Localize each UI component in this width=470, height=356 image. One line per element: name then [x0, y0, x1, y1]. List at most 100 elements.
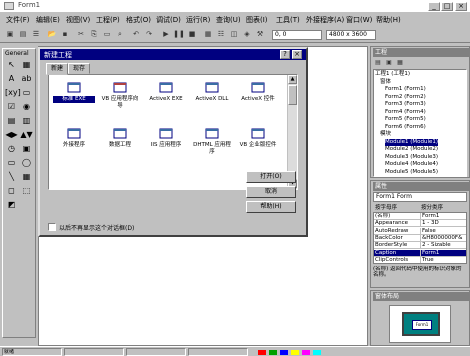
tree-item[interactable]: Module1 (Module1)	[385, 138, 439, 146]
menu-diagram[interactable]: 图表(I)	[246, 15, 268, 25]
tree-item[interactable]: 窗体	[380, 79, 391, 86]
tab-categorized[interactable]: 按分类序	[421, 203, 443, 211]
tree-item[interactable]: Form6 (Form6)	[385, 124, 426, 131]
menu-edit[interactable]: 编辑(E)	[36, 15, 60, 25]
tab-existing[interactable]: 现存	[68, 63, 91, 74]
add-project-icon[interactable]: ▣	[4, 29, 16, 40]
form-layout-icon[interactable]: ◫	[228, 29, 240, 40]
redo-icon[interactable]: ↷	[143, 29, 155, 40]
property-row[interactable]: Caption Form1	[374, 249, 466, 257]
property-row[interactable]: (名称) Form1	[374, 213, 466, 220]
property-value[interactable]: Form1	[420, 213, 464, 219]
scroll-thumb[interactable]	[288, 85, 297, 105]
property-row[interactable]: BorderStyle 2 - Sizable	[374, 242, 466, 250]
paste-icon[interactable]: ▭	[101, 29, 113, 40]
data-tool[interactable]: ◻	[5, 185, 18, 197]
project-type-item[interactable]: ActiveX EXE	[145, 79, 187, 115]
view-object-icon[interactable]: ▣	[384, 58, 394, 67]
textbox-tool[interactable]: ab	[20, 73, 33, 85]
line-tool[interactable]: ╲	[5, 171, 18, 183]
menu-addins[interactable]: 外接程序(A)	[306, 15, 344, 25]
timer-tool[interactable]: ◷	[5, 143, 18, 155]
tree-item[interactable]: Form5 (Form5)	[385, 116, 426, 123]
tree-item[interactable]: Form4 (Form4)	[385, 109, 426, 116]
minimize-button[interactable]: _	[428, 2, 440, 11]
open-button[interactable]: 打开(O)	[246, 171, 296, 183]
dirlist-tool[interactable]: ▭	[5, 157, 18, 169]
project-explorer-icon[interactable]: ▦	[202, 29, 214, 40]
tree-item[interactable]: Module2 (Module2)	[385, 146, 438, 153]
dont-show-again-option[interactable]: 以后不再显示这个对话框(D)	[48, 222, 244, 232]
project-type-item[interactable]: DHTML 应用程序	[191, 125, 233, 161]
tab-new[interactable]: 新建	[46, 63, 69, 75]
property-value[interactable]: &H8000000F&	[420, 234, 464, 241]
tree-item[interactable]: Module5 (Module5)	[385, 169, 438, 176]
project-type-item[interactable]: 标准 EXE	[53, 79, 95, 115]
custom-tool[interactable]: ◩	[5, 199, 18, 211]
break-icon[interactable]: ❚❚	[173, 29, 185, 40]
checkbox-tool[interactable]: ☑	[5, 101, 18, 113]
dont-show-again-checkbox[interactable]	[48, 223, 56, 231]
close-button[interactable]: ×	[455, 2, 467, 11]
cut-icon[interactable]: ✂	[75, 29, 87, 40]
dialog-help-button[interactable]: ?	[280, 50, 290, 59]
combobox-tool[interactable]: ▤	[5, 115, 18, 127]
tree-item[interactable]: 模块	[380, 131, 391, 138]
menu-window[interactable]: 窗口(W)	[346, 15, 372, 25]
label-tool[interactable]: A	[5, 73, 18, 85]
button-tool[interactable]: ▭	[20, 87, 33, 99]
tree-item[interactable]: Module4 (Module4)	[385, 161, 438, 168]
property-value[interactable]: 1 - 3D	[420, 220, 464, 227]
menu-project[interactable]: 工程(P)	[96, 15, 120, 25]
undo-icon[interactable]: ↶	[130, 29, 142, 40]
project-type-item[interactable]: 外接程序	[53, 125, 95, 161]
menu-file[interactable]: 文件(F)	[6, 15, 30, 25]
layout-form-preview[interactable]: Form1	[412, 320, 432, 330]
open-icon[interactable]: 📂	[46, 29, 58, 40]
object-browser-icon[interactable]: ◈	[241, 29, 253, 40]
tree-item[interactable]: Form1 (Form1)	[385, 86, 426, 93]
view-code-icon[interactable]: ▤	[373, 58, 383, 67]
scroll-up-icon[interactable]: ▲	[288, 75, 297, 84]
menu-help[interactable]: 帮助(H)	[376, 15, 401, 25]
object-selector[interactable]: Form1 Form	[373, 192, 467, 202]
property-row[interactable]: BackColor &H8000000F&	[374, 234, 466, 242]
menu-editor-icon[interactable]: ☰	[30, 29, 42, 40]
listbox-tool[interactable]: ▥	[20, 115, 33, 127]
property-row[interactable]: AutoRedraw False	[374, 227, 466, 235]
tree-item[interactable]: Form3 (Form3)	[385, 101, 426, 108]
tree-item[interactable]: Form2 (Form2)	[385, 94, 426, 101]
hscroll-tool[interactable]: ◀▶	[5, 129, 18, 141]
option-tool[interactable]: ◉	[20, 101, 33, 113]
start-icon[interactable]: ▶	[160, 29, 172, 40]
properties-window-icon[interactable]: ☷	[215, 29, 227, 40]
tab-alphabetic[interactable]: 按字母序	[375, 203, 397, 211]
image-tool[interactable]: ▦	[20, 171, 33, 183]
toolbox-icon[interactable]: ⚒	[254, 29, 266, 40]
menu-query[interactable]: 查询(U)	[216, 15, 241, 25]
save-icon[interactable]: ▪	[59, 29, 71, 40]
drivelist-tool[interactable]: ▣	[20, 143, 33, 155]
menu-run[interactable]: 运行(R)	[186, 15, 210, 25]
frame-tool[interactable]: [xy]	[5, 87, 21, 99]
project-type-item[interactable]: 数据工程	[99, 125, 141, 161]
help-button[interactable]: 帮助(H)	[246, 201, 296, 213]
end-icon[interactable]: ■	[186, 29, 198, 40]
menu-debug[interactable]: 调试(D)	[156, 15, 181, 25]
copy-icon[interactable]: ⎘	[88, 29, 100, 40]
property-value[interactable]: True	[420, 256, 464, 263]
project-type-item[interactable]: VB 企业版控件	[237, 125, 279, 161]
menu-tools[interactable]: 工具(T)	[276, 15, 300, 25]
find-icon[interactable]: ⌕	[114, 29, 126, 40]
vscroll-tool[interactable]: ▲▼	[20, 129, 33, 141]
property-value[interactable]: 2 - Sizable	[420, 242, 464, 249]
maximize-button[interactable]: □	[441, 2, 453, 11]
tree-item[interactable]: 工程1 (工程1)	[375, 71, 410, 78]
property-value[interactable]: False	[420, 227, 464, 234]
cancel-button[interactable]: 取消	[246, 186, 296, 198]
menu-view[interactable]: 视图(V)	[66, 15, 90, 25]
project-type-item[interactable]: VB 应用程序向导	[99, 79, 141, 115]
property-row[interactable]: ClipControls True	[374, 256, 466, 263]
ole-tool[interactable]: ⬚	[20, 185, 33, 197]
menu-format[interactable]: 格式(O)	[126, 15, 151, 25]
